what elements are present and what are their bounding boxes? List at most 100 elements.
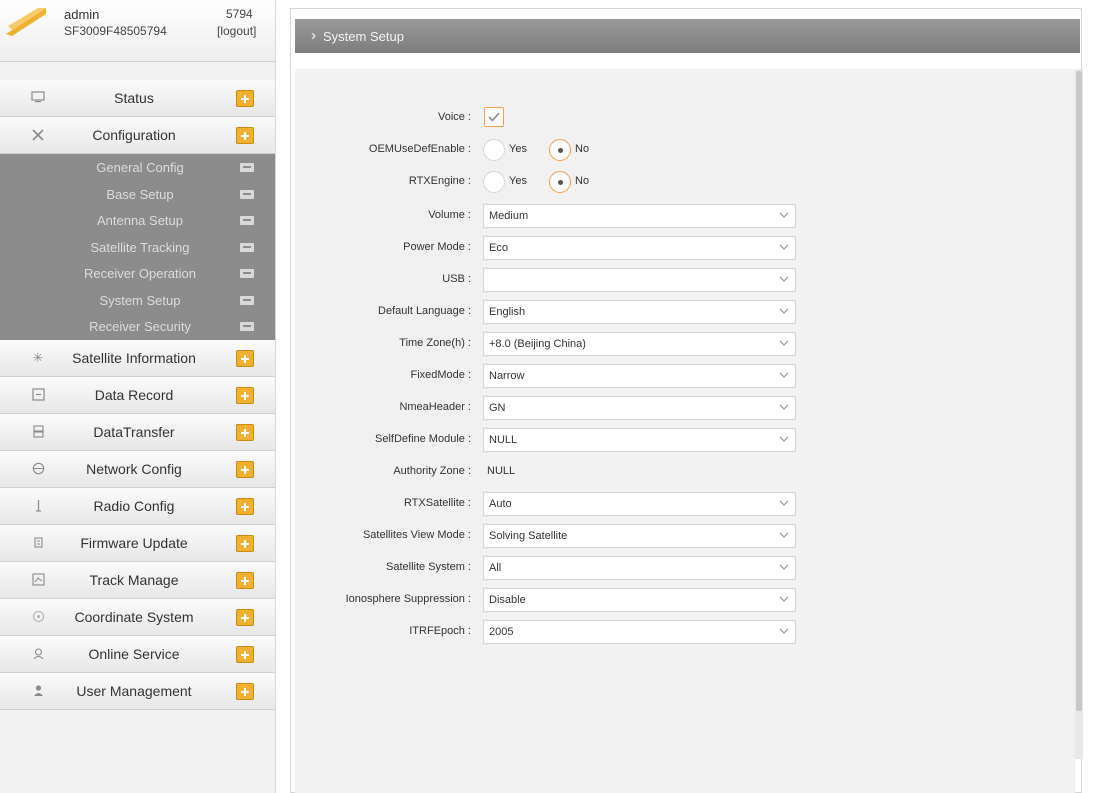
- chevron-down-icon: [779, 500, 789, 506]
- main-menu: Status Configuration General Config Base…: [0, 80, 275, 710]
- satellite-system-select[interactable]: All: [483, 556, 796, 580]
- menu-label: Radio Config: [93, 497, 175, 514]
- oem-no-radio[interactable]: [549, 139, 571, 161]
- row-itrf-epoch: ITRFEpoch : 2005: [295, 619, 1075, 645]
- expand-icon[interactable]: [236, 608, 254, 626]
- menu-label: Data Record: [94, 386, 174, 403]
- submenu-label: System Setup: [99, 292, 181, 308]
- row-ionosphere-suppression: Ionosphere Suppression : Disable: [295, 587, 1075, 613]
- logo-icon: [6, 8, 46, 36]
- menu-item-firmware-update[interactable]: Firmware Update: [0, 524, 275, 562]
- power-mode-select[interactable]: Eco: [483, 236, 796, 260]
- submenu-item-receiver-operation[interactable]: Receiver Operation: [0, 260, 275, 287]
- menu-item-network-config[interactable]: Network Config: [0, 450, 275, 488]
- track-icon: [30, 572, 46, 587]
- scrollbar-thumb[interactable]: [1076, 71, 1082, 711]
- rtx-engine-no-radio[interactable]: [549, 171, 571, 193]
- self-define-module-select[interactable]: NULL: [483, 428, 796, 452]
- menu-item-user-management[interactable]: User Management: [0, 672, 275, 710]
- row-fixed-mode: FixedMode : Narrow: [295, 363, 1075, 389]
- menu-item-track-manage[interactable]: Track Manage: [0, 561, 275, 599]
- coordinate-icon: [30, 610, 46, 624]
- menu-label: Coordinate System: [74, 608, 194, 625]
- collapse-icon: [240, 242, 254, 252]
- row-volume: Volume : Medium: [295, 203, 1075, 229]
- ionosphere-suppression-value: Disable: [489, 594, 526, 606]
- oem-yes-radio[interactable]: [483, 139, 505, 161]
- expand-icon[interactable]: [236, 534, 254, 552]
- page-title: System Setup: [323, 29, 404, 44]
- menu-item-configuration[interactable]: Configuration: [0, 117, 275, 154]
- submenu-label: Receiver Security: [89, 319, 191, 334]
- oem-label: OEMUseDefEnable :: [368, 143, 471, 155]
- menu-label: Online Service: [88, 645, 180, 662]
- submenu-item-antenna-setup[interactable]: Antenna Setup: [0, 207, 275, 234]
- volume-select[interactable]: Medium: [483, 204, 796, 228]
- menu-label: Network Config: [86, 460, 182, 477]
- chevron-down-icon: [779, 276, 789, 282]
- voice-checkbox[interactable]: [484, 107, 504, 127]
- satellite-system-label: Satellite System :: [386, 561, 471, 573]
- expand-icon[interactable]: [236, 90, 254, 107]
- chevron-down-icon: [779, 436, 789, 442]
- row-satellites-view-mode: Satellites View Mode : Solving Satellite: [295, 523, 1075, 549]
- chevron-down-icon: [779, 212, 789, 218]
- chevron-down-icon: [779, 340, 789, 346]
- expand-icon[interactable]: [236, 682, 254, 700]
- scrollbar[interactable]: [1075, 69, 1083, 759]
- submenu-item-base-setup[interactable]: Base Setup: [0, 181, 275, 208]
- menu-item-online-service[interactable]: Online Service: [0, 635, 275, 673]
- row-authority-zone: Authority Zone : NULL: [295, 459, 1075, 485]
- time-zone-select[interactable]: +8.0 (Beijing China): [483, 332, 796, 356]
- satellite-system-value: All: [489, 562, 502, 574]
- chevron-down-icon: [779, 532, 789, 538]
- nmea-header-select[interactable]: GN: [483, 396, 796, 420]
- expand-icon[interactable]: [236, 571, 254, 589]
- user-info-box: admin SF3009F48505794 5794 [logout]: [0, 0, 275, 62]
- ionosphere-suppression-select[interactable]: Disable: [483, 588, 796, 612]
- menu-item-coordinate-system[interactable]: Coordinate System: [0, 598, 275, 636]
- logout-link[interactable]: [logout]: [217, 24, 256, 38]
- satellites-view-mode-label: Satellites View Mode :: [362, 529, 471, 541]
- globe-icon: [30, 462, 46, 476]
- chevron-down-icon: [779, 372, 789, 378]
- itrf-epoch-select[interactable]: 2005: [483, 620, 796, 644]
- submenu-item-general-config[interactable]: General Config: [0, 154, 275, 181]
- menu-item-satellite-information[interactable]: ✳ Satellite Information: [0, 339, 275, 377]
- row-power-mode: Power Mode : Eco: [295, 235, 1075, 261]
- collapse-icon: [240, 216, 254, 225]
- rtx-satellite-select[interactable]: Auto: [483, 492, 796, 516]
- expand-icon[interactable]: [236, 386, 254, 404]
- menu-label: Satellite Information: [72, 349, 196, 366]
- usb-label: USB :: [442, 273, 471, 285]
- menu-item-datatransfer[interactable]: DataTransfer: [0, 413, 275, 451]
- submenu-label: Antenna Setup: [96, 213, 184, 228]
- default-language-value: English: [489, 306, 526, 318]
- satellites-view-mode-select[interactable]: Solving Satellite: [483, 524, 796, 548]
- fixed-mode-select[interactable]: Narrow: [483, 364, 796, 388]
- menu-item-data-record[interactable]: Data Record: [0, 376, 275, 414]
- expand-icon[interactable]: [236, 497, 254, 515]
- menu-label: Track Manage: [89, 571, 179, 588]
- expand-icon[interactable]: [236, 460, 254, 478]
- ionosphere-suppression-label: Ionosphere Suppression :: [345, 593, 471, 605]
- menu-item-status[interactable]: Status: [0, 80, 275, 117]
- default-language-select[interactable]: English: [483, 300, 796, 324]
- device-serial: SF3009F48505794: [64, 24, 167, 38]
- chevron-down-icon: [779, 564, 789, 570]
- rtx-engine-yes-label: Yes: [509, 175, 527, 187]
- expand-icon[interactable]: [236, 423, 254, 441]
- rtx-engine-yes-radio[interactable]: [483, 171, 505, 193]
- expand-icon[interactable]: [236, 645, 254, 663]
- satellites-view-mode-value: Solving Satellite: [489, 530, 568, 542]
- menu-item-radio-config[interactable]: Radio Config: [0, 487, 275, 525]
- sidebar: admin SF3009F48505794 5794 [logout] Stat…: [0, 0, 276, 793]
- chevron-down-icon: [779, 628, 789, 634]
- expand-icon[interactable]: [236, 127, 254, 144]
- submenu-item-receiver-security[interactable]: Receiver Security: [0, 313, 275, 340]
- collapse-icon: [240, 269, 254, 278]
- usb-select[interactable]: [483, 268, 796, 292]
- submenu-item-system-setup[interactable]: System Setup: [0, 287, 275, 314]
- expand-icon[interactable]: [236, 349, 254, 367]
- submenu-item-satellite-tracking[interactable]: Satellite Tracking: [0, 234, 275, 261]
